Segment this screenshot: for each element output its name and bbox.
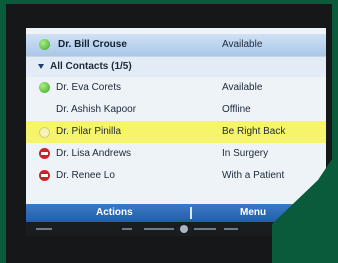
device-bezel: Dr. Bill Crouse Available All Contacts (…: [6, 0, 332, 263]
available-dot-icon: [39, 39, 50, 50]
taskbar-mark: [194, 228, 216, 230]
contact-name: Dr. Renee Lo: [56, 170, 115, 181]
slider-knob-icon[interactable]: [180, 225, 188, 233]
taskbar-mark: [36, 228, 52, 230]
softkey-bar: Actions Menu: [26, 204, 326, 222]
busy-dot-icon: [39, 170, 50, 181]
contact-row[interactable]: Dr. Renee Lo With a Patient: [26, 165, 326, 187]
contact-row[interactable]: Dr. Ashish Kapoor Offline: [26, 99, 326, 121]
contact-status: Be Right Back: [222, 126, 286, 137]
actions-softkey[interactable]: Actions: [96, 207, 133, 218]
contact-list-screen: Dr. Bill Crouse Available All Contacts (…: [26, 28, 326, 236]
busy-dot-icon: [39, 148, 50, 159]
contact-name: Dr. Eva Corets: [56, 82, 122, 93]
taskbar-mark: [122, 228, 132, 230]
contact-row[interactable]: Dr. Lisa Andrews In Surgery: [26, 143, 326, 165]
contact-status: Available: [222, 82, 263, 93]
contact-status: With a Patient: [222, 170, 285, 181]
caret-down-icon[interactable]: [38, 64, 44, 69]
away-dot-icon: [39, 127, 50, 138]
contact-name: Dr. Pilar Pinilla: [56, 126, 122, 137]
contact-status: In Surgery: [222, 148, 269, 159]
all-contacts-group-header[interactable]: All Contacts (1/5): [26, 57, 326, 77]
contact-name: Dr. Ashish Kapoor: [56, 104, 137, 115]
contact-status: Available: [222, 39, 263, 50]
taskbar: [26, 222, 326, 236]
taskbar-mark: [224, 228, 238, 230]
contact-row-selected[interactable]: Dr. Pilar Pinilla Be Right Back: [26, 121, 326, 143]
contact-status: Offline: [222, 104, 251, 115]
softkey-separator: [190, 207, 192, 219]
contact-name: Dr. Lisa Andrews: [56, 148, 132, 159]
pinned-contact-row[interactable]: Dr. Bill Crouse Available: [26, 34, 326, 56]
contact-row[interactable]: Dr. Eva Corets Available: [26, 77, 326, 99]
available-dot-icon: [39, 82, 50, 93]
taskbar-mark: [144, 228, 174, 230]
group-label: All Contacts (1/5): [50, 61, 132, 72]
contact-name: Dr. Bill Crouse: [58, 39, 127, 50]
menu-softkey[interactable]: Menu: [240, 207, 266, 218]
